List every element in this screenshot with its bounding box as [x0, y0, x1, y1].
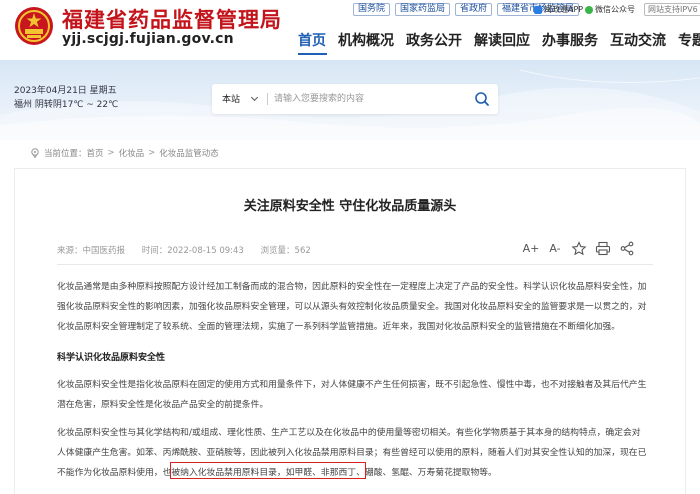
article-tools: A+ A- — [522, 241, 642, 256]
article-views: 浏览量：562 — [260, 246, 311, 256]
article-paragraph-1: 化妆品通常是由多种原料按照配方设计经加工制备而成的混合物，因此原料的安全性在一定… — [57, 282, 647, 332]
wechat-icon — [585, 5, 593, 14]
nav-interaction[interactable]: 互动交流 — [610, 30, 666, 52]
article-time: 时间：2022-08-15 09:43 — [141, 246, 244, 256]
search-banner: 2023年04月21日 星期五 福州 阴转阴17℃ ~ 22℃ 本站 — [0, 60, 700, 140]
site-header: 福建省药品监督管理局 yjj.scjgj.fujian.gov.cn 国务院 国… — [0, 0, 700, 60]
search-scope-select[interactable]: 本站 — [222, 92, 240, 105]
top-link-nmpa[interactable]: 国家药监局 — [395, 3, 451, 16]
search-box: 本站 — [212, 84, 498, 114]
star-icon[interactable] — [570, 241, 588, 256]
breadcrumb-label: 当前位置： — [44, 149, 87, 159]
nav-home[interactable]: 首页 — [298, 30, 326, 52]
chevron-down-icon[interactable] — [250, 93, 259, 102]
article-subheading: 科学认识化妆品原料安全性 — [57, 353, 166, 363]
site-title[interactable]: 福建省药品监督管理局 — [62, 4, 282, 34]
nav-special-topics[interactable]: 专题专栏 — [678, 30, 700, 52]
current-date: 2023年04月21日 星期五 — [14, 86, 117, 96]
breadcrumb-separator: > — [107, 148, 115, 158]
app-link[interactable]: 闽政通APP — [534, 4, 583, 15]
nav-org-overview[interactable]: 机构概况 — [338, 30, 394, 52]
main-nav: 首页 机构概况 政务公开 解读回应 办事服务 互动交流 专题专栏 — [298, 30, 700, 52]
weather-info: 福州 阴转阴17℃ ~ 22℃ — [14, 100, 119, 110]
national-emblem-icon — [15, 7, 53, 45]
top-link-province-gov[interactable]: 省政府 — [455, 3, 493, 16]
nav-services[interactable]: 办事服务 — [542, 30, 598, 52]
breadcrumb-home[interactable]: 首页 — [87, 147, 104, 159]
highlight-annotation-box — [170, 462, 366, 479]
font-decrease-button[interactable]: A- — [546, 241, 564, 256]
nav-gov-affairs[interactable]: 政务公开 — [406, 30, 462, 52]
breadcrumb-cosmetics-news[interactable]: 化妆品监管动态 — [159, 147, 219, 159]
article-paragraph-2: 化妆品原料安全性是指化妆品原料在固定的使用方式和用量条件下，对人体健康不产生任何… — [57, 380, 647, 410]
ipv6-badge: 网站支持IPV6 — [644, 3, 700, 16]
mobile-app-icon — [534, 5, 542, 14]
share-icon[interactable] — [618, 241, 636, 256]
meta-divider — [57, 264, 653, 265]
search-icon[interactable] — [474, 91, 490, 107]
article-title: 关注原料安全性 守住化妆品质量源头 — [243, 199, 457, 214]
location-icon — [31, 148, 39, 158]
breadcrumb: 当前位置： 首页 > 化妆品 > 化妆品监管动态 — [30, 147, 219, 159]
wechat-link[interactable]: 微信公众号 — [585, 4, 635, 15]
print-icon[interactable] — [594, 241, 612, 256]
search-scope-divider — [267, 93, 268, 105]
nav-active-indicator — [298, 53, 327, 55]
breadcrumb-cosmetics[interactable]: 化妆品 — [119, 147, 145, 159]
article-meta: 来源：中国医药报 时间：2022-08-15 09:43 浏览量：562 — [57, 244, 325, 256]
top-link-state-council[interactable]: 国务院 — [353, 3, 391, 16]
search-input[interactable] — [274, 90, 464, 108]
nav-interpretation[interactable]: 解读回应 — [474, 30, 530, 52]
breadcrumb-separator: > — [148, 148, 156, 158]
article-source: 来源：中国医药报 — [57, 246, 126, 256]
site-url: yjj.scjgj.fujian.gov.cn — [62, 31, 234, 47]
font-increase-button[interactable]: A+ — [522, 241, 540, 256]
